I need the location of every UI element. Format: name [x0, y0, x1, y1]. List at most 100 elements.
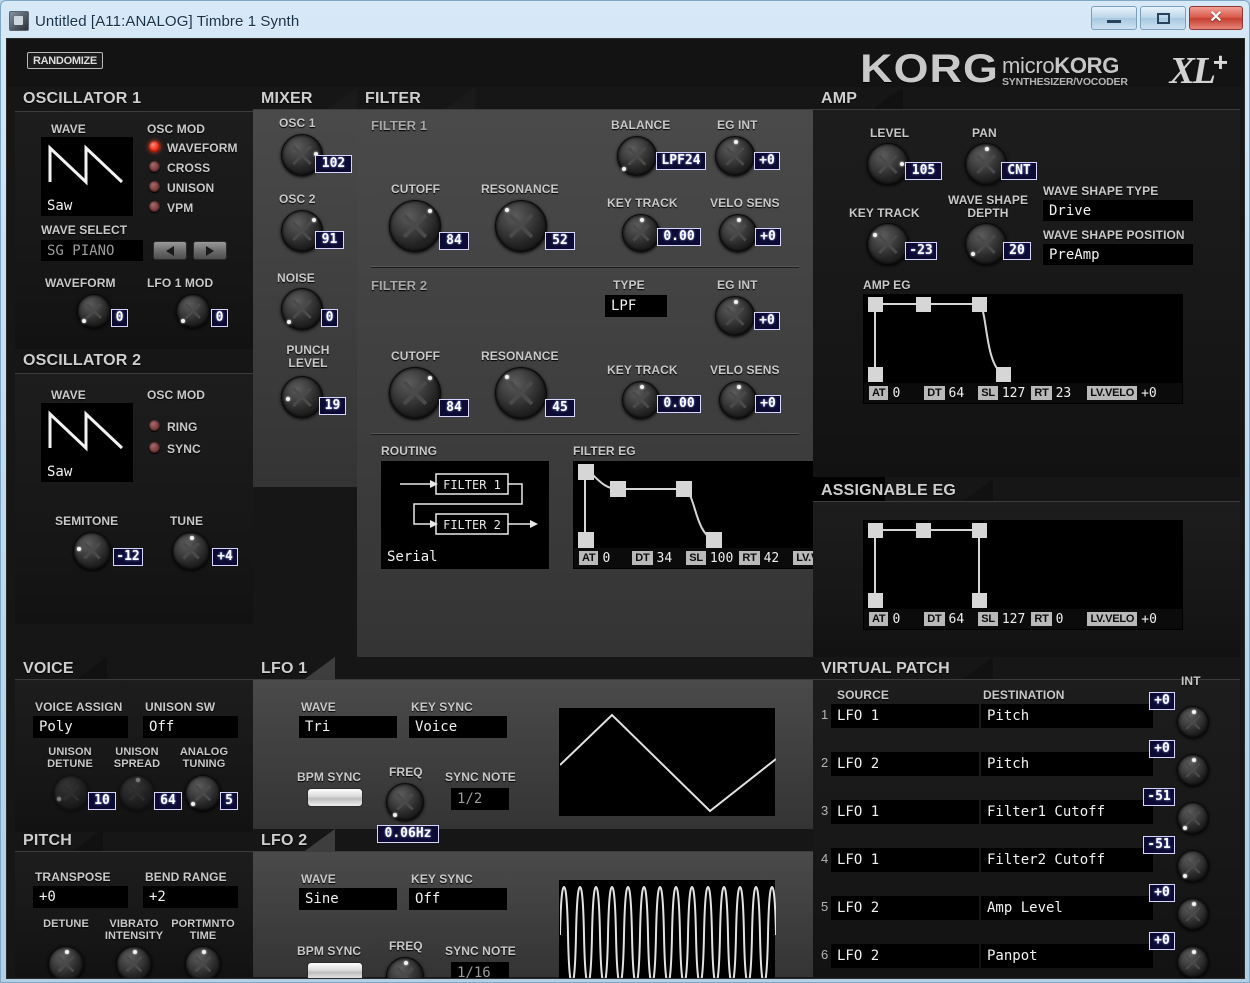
amp-wave-shape-position-value[interactable]: PreAmp — [1043, 244, 1193, 265]
vp-int-value-3[interactable]: -51 — [1143, 788, 1175, 806]
filter2-key-track-knob[interactable] — [622, 381, 660, 419]
amp-eg-dt-value[interactable]: 64 — [949, 386, 965, 401]
portamento-time-knob[interactable] — [185, 946, 221, 978]
filter1-eg-int-value[interactable]: +0 — [754, 152, 780, 170]
filter1-cutoff-knob[interactable] — [389, 200, 441, 252]
analog-tuning-knob[interactable] — [185, 775, 221, 811]
osc2-tune-value[interactable]: +4 — [212, 548, 238, 566]
randomize-button[interactable]: RANDOMIZE — [27, 52, 103, 69]
osc2-wave-display[interactable] — [41, 403, 133, 461]
osc1-mod-led-vpm[interactable] — [149, 201, 160, 212]
vp-int-value-1[interactable]: +0 — [1149, 692, 1175, 710]
unison-detune-value[interactable]: 10 — [88, 792, 116, 810]
amp-key-track-knob[interactable] — [867, 223, 909, 265]
filter1-balance-knob[interactable] — [617, 136, 657, 176]
assignable-eg-rt-value[interactable]: 0 — [1056, 612, 1064, 627]
vibrato-intensity-knob[interactable] — [116, 946, 152, 978]
vp-destination-3[interactable]: Filter1 Cutoff — [981, 800, 1153, 824]
vp-destination-2[interactable]: Pitch — [981, 752, 1153, 776]
lfo2-bpm-sync-switch[interactable] — [307, 962, 363, 978]
assignable-eg-lv-value[interactable]: +0 — [1141, 612, 1157, 627]
amp-eg-lv-value[interactable]: +0 — [1141, 386, 1157, 401]
mixer-osc1-value[interactable]: 102 — [315, 155, 352, 173]
vp-source-1[interactable]: LFO 1 — [831, 704, 979, 728]
vp-destination-5[interactable]: Amp Level — [981, 896, 1153, 920]
amp-eg-at-value[interactable]: 0 — [892, 386, 900, 401]
vp-destination-1[interactable]: Pitch — [981, 704, 1153, 728]
transpose-value[interactable]: +0 — [33, 886, 128, 908]
filter1-resonance-value[interactable]: 52 — [545, 232, 575, 250]
osc1-wave-display[interactable] — [41, 137, 133, 195]
filter2-key-track-value[interactable]: 0.00 — [657, 395, 701, 413]
assignable-eg-dt-value[interactable]: 64 — [949, 612, 965, 627]
osc2-semitone-value[interactable]: -12 — [113, 548, 143, 566]
filter1-velo-sens-knob[interactable] — [719, 214, 757, 252]
filter1-eg-int-knob[interactable] — [715, 136, 755, 176]
filter-eg-at-value[interactable]: 0 — [602, 551, 610, 566]
osc1-wave-select-value[interactable]: SG PIANO — [41, 240, 143, 261]
unison-spread-value[interactable]: 64 — [154, 792, 182, 810]
amp-eg-sl-value[interactable]: 127 — [1002, 386, 1025, 401]
mixer-noise-value[interactable]: 0 — [321, 309, 338, 327]
minimize-button[interactable] — [1091, 6, 1137, 30]
osc1-wave-prev-button[interactable] — [153, 241, 187, 260]
lfo2-freq-knob[interactable] — [386, 957, 424, 978]
lfo1-wave-value[interactable]: Tri — [299, 716, 397, 738]
vp-source-6[interactable]: LFO 2 — [831, 944, 979, 968]
vp-source-3[interactable]: LFO 1 — [831, 800, 979, 824]
mixer-osc2-value[interactable]: 91 — [315, 231, 344, 249]
vp-int-knob-1[interactable] — [1177, 706, 1209, 738]
amp-key-track-value[interactable]: -23 — [905, 242, 937, 260]
unison-detune-knob[interactable] — [53, 775, 89, 811]
lfo1-bpm-sync-switch[interactable] — [307, 788, 363, 807]
vp-int-value-4[interactable]: -51 — [1143, 836, 1175, 854]
vp-destination-4[interactable]: Filter2 Cutoff — [981, 848, 1153, 872]
osc1-mod-led-unison[interactable] — [149, 181, 160, 192]
filter2-type-value[interactable]: LPF — [605, 295, 667, 317]
filter2-eg-int-value[interactable]: +0 — [754, 312, 780, 330]
routing-diagram[interactable]: FILTER 1 FILTER 2 — [381, 461, 549, 545]
filter1-balance-value[interactable]: LPF24 — [656, 152, 706, 170]
detune-knob[interactable] — [48, 946, 84, 978]
close-button[interactable]: ✕ — [1189, 6, 1243, 30]
amp-wave-shape-depth-knob[interactable] — [965, 223, 1007, 265]
amp-wave-shape-depth-value[interactable]: 20 — [1003, 242, 1031, 260]
filter1-velo-sens-value[interactable]: +0 — [755, 228, 781, 246]
filter2-cutoff-knob[interactable] — [389, 367, 441, 419]
assignable-eg-sl-value[interactable]: 127 — [1002, 612, 1025, 627]
filter2-resonance-value[interactable]: 45 — [545, 399, 575, 417]
amp-wave-shape-type-value[interactable]: Drive — [1043, 200, 1193, 221]
vp-int-knob-5[interactable] — [1177, 898, 1209, 930]
osc2-mod-led-sync[interactable] — [149, 442, 160, 453]
lfo2-sync-note-value[interactable]: 1/16 — [451, 962, 509, 978]
maximize-button[interactable] — [1140, 6, 1186, 30]
lfo2-key-sync-value[interactable]: Off — [409, 888, 507, 910]
osc1-mod-led-cross[interactable] — [149, 161, 160, 172]
filter-eg-dt-value[interactable]: 34 — [657, 551, 673, 566]
unison-sw-value[interactable]: Off — [143, 716, 238, 738]
filter2-velo-sens-knob[interactable] — [719, 381, 757, 419]
osc1-wave-next-button[interactable] — [193, 241, 227, 260]
vp-source-2[interactable]: LFO 2 — [831, 752, 979, 776]
vp-int-value-6[interactable]: +0 — [1149, 932, 1175, 950]
lfo1-sync-note-value[interactable]: 1/2 — [451, 788, 509, 810]
vp-int-knob-3[interactable] — [1177, 802, 1209, 834]
filter2-cutoff-value[interactable]: 84 — [439, 399, 469, 417]
mixer-noise-knob[interactable] — [281, 288, 323, 330]
vp-int-knob-6[interactable] — [1177, 946, 1209, 978]
vp-int-knob-2[interactable] — [1177, 754, 1209, 786]
osc1-lfo1mod-value[interactable]: 0 — [211, 309, 228, 327]
amp-level-knob[interactable] — [867, 143, 909, 185]
filter-eg-rt-value[interactable]: 42 — [764, 551, 780, 566]
filter1-key-track-knob[interactable] — [622, 214, 660, 252]
filter2-velo-sens-value[interactable]: +0 — [755, 395, 781, 413]
vp-source-4[interactable]: LFO 1 — [831, 848, 979, 872]
routing-mode-value[interactable]: Serial — [381, 545, 549, 569]
vp-destination-6[interactable]: Panpot — [981, 944, 1153, 968]
osc1-lfo1mod-knob[interactable] — [176, 294, 210, 328]
vp-int-value-2[interactable]: +0 — [1149, 740, 1175, 758]
filter2-eg-int-knob[interactable] — [715, 296, 755, 336]
voice-assign-value[interactable]: Poly — [33, 716, 128, 738]
vp-int-value-5[interactable]: +0 — [1149, 884, 1175, 902]
osc1-waveform-knob[interactable] — [77, 294, 111, 328]
